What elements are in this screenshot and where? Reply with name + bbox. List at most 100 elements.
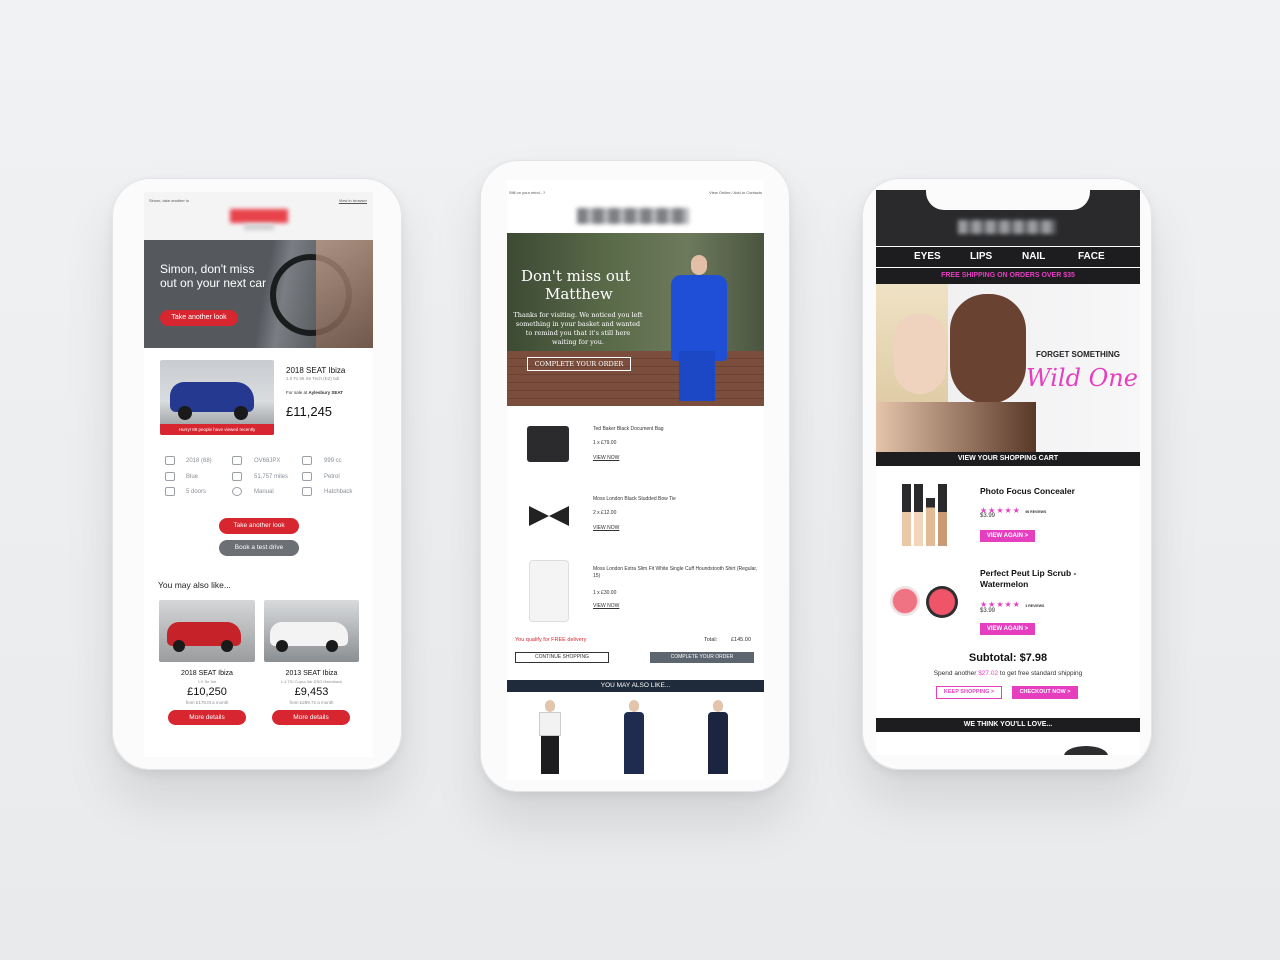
subtotal: Subtotal: $7.98 <box>968 652 1048 664</box>
preheader-text: Still on your mind...? <box>509 190 546 195</box>
spec-colour: Blue <box>186 474 199 480</box>
view-cart-bar[interactable]: VIEW YOUR SHOPPING CART <box>876 452 1140 466</box>
item-view-now-link[interactable]: VIEW NOW <box>593 455 619 461</box>
rec-1-price: £10,250 <box>187 686 227 698</box>
brand-logo <box>230 209 288 223</box>
rec-model-2 <box>623 700 645 774</box>
free-shipping-notice: Spend another $27.02 to get free standar… <box>933 670 1083 677</box>
model-2-face <box>950 294 1026 404</box>
shirt-image <box>529 560 569 622</box>
car-card: Hurry! 89 people have viewed recently 20… <box>144 348 373 448</box>
cta-area: Take another look Book a test drive <box>144 518 373 568</box>
also-like-bar: YOU MAY ALSO LIKE... <box>507 680 764 692</box>
phone-fashion-email: Still on your mind...? View Online / Add… <box>480 160 790 792</box>
hurry-banner: Hurry! 89 people have viewed recently <box>160 424 274 435</box>
spec-engine: 999 cc <box>324 458 342 464</box>
model-head <box>691 255 707 275</box>
engine-icon <box>302 456 312 465</box>
hero-heading-line1: Don't miss out <box>521 267 631 285</box>
colour-icon <box>165 472 175 481</box>
item-qty-price: 2 x £12.00 <box>593 510 617 516</box>
spec-mileage: 51,757 miles <box>254 474 289 480</box>
nav-lips[interactable]: LIPS <box>970 251 992 262</box>
view-online-link[interactable]: View Online / Add to Contacts <box>709 190 762 195</box>
checkout-now-button[interactable]: CHECKOUT NOW > <box>1012 686 1078 699</box>
model-legs <box>679 351 715 401</box>
model-suit <box>671 275 727 361</box>
lip-scrub-image <box>890 586 962 620</box>
rec-model-3 <box>707 700 729 774</box>
phone-notch <box>926 190 1090 210</box>
rec-car-photo-white <box>264 600 359 662</box>
rec-2-price: £9,453 <box>294 686 329 698</box>
complete-order-button[interactable]: COMPLETE YOUR ORDER <box>650 652 754 663</box>
continue-shopping-button[interactable]: CONTINUE SHOPPING <box>515 652 609 663</box>
calendar-icon <box>165 456 175 465</box>
recommendations-bar: WE THINK YOU'LL LOVE... <box>876 718 1140 732</box>
basket-item: Moss London Black Studded Bow Tie 2 x £1… <box>507 490 764 550</box>
model-shoulders <box>876 402 1036 452</box>
rec-product-peek <box>1064 746 1108 755</box>
recommendations: You may also like... 2018 SEAT Ibiza 1.0… <box>144 568 373 757</box>
total-label: Total: <box>704 637 718 643</box>
keep-shopping-button[interactable]: KEEP SHOPPING > <box>936 686 1002 699</box>
hero-banner: FORGET SOMETHING Wild One? <box>876 284 1140 452</box>
nav-nail[interactable]: NAIL <box>1022 251 1045 262</box>
phone-screen: Still on your mind...? View Online / Add… <box>507 180 764 780</box>
document-bag-image <box>527 426 569 462</box>
rec-2-variant: 1.4 TSI Cupra 3dr DSG Hatchback <box>280 679 343 684</box>
brand-logo-sub <box>244 224 274 230</box>
rec-1-monthly: from £178.0t a month <box>185 700 229 705</box>
hero-body: Thanks for visiting. We noticed you left… <box>513 311 643 346</box>
shipping-banner: FREE SHIPPING ON ORDERS OVER $35 <box>876 268 1140 284</box>
concealer-image <box>902 484 952 546</box>
item-name: Moss London Black Studded Bow Tie <box>593 496 676 502</box>
brand-logo <box>958 220 1056 234</box>
body-type-icon <box>302 487 312 496</box>
nav-eyes[interactable]: EYES <box>914 251 941 262</box>
spec-body: Hatchback <box>324 489 353 495</box>
rec-1-name: 2018 SEAT Ibiza <box>181 670 233 677</box>
total-value: £145.00 <box>731 637 751 643</box>
phone-car-email: Simon, take another lo View in browser S… <box>112 178 402 770</box>
rec-model-1 <box>537 700 563 774</box>
view-in-browser-link[interactable]: View in browser <box>339 198 367 203</box>
odometer-icon <box>232 472 242 481</box>
item-view-now-link[interactable]: VIEW NOW <box>593 603 619 609</box>
take-another-look-button[interactable]: Take another look <box>219 518 299 534</box>
rec-car-photo-red <box>159 600 255 662</box>
hero-script: Wild One? <box>1026 364 1140 392</box>
rec-2-more-details-button[interactable]: More details <box>272 710 350 725</box>
hero-take-another-look-button[interactable]: Take another look <box>160 310 238 326</box>
rec-1-variant: 1.0 Se 5dr <box>197 679 217 684</box>
car-photo: Hurry! 89 people have viewed recently <box>160 360 274 435</box>
hero-complete-order-button[interactable]: COMPLETE YOUR ORDER <box>527 357 631 371</box>
door-icon <box>165 487 175 496</box>
also-like-heading: You may also like... <box>158 580 231 590</box>
hero-heading: Simon, don't miss out on your next car <box>160 262 267 290</box>
item-name: Ted Baker Black Document Bag <box>593 426 664 432</box>
rec-2-name: 2013 SEAT Ibiza <box>285 670 338 677</box>
spec-doors: 5 doors <box>186 489 207 495</box>
product-1-view-again-button[interactable]: VIEW AGAIN > <box>980 530 1035 542</box>
hand-image <box>316 240 373 348</box>
spec-grid: 2018 (68) OV68JPX 999 cc Blue 51,757 mil… <box>144 448 373 518</box>
nav-face[interactable]: FACE <box>1078 251 1105 262</box>
hero-heading-line2: Matthew <box>545 285 613 303</box>
brand-logo <box>577 208 689 224</box>
rec-1-more-details-button[interactable]: More details <box>168 710 246 725</box>
nav-bar: EYES LIPS NAIL FACE <box>876 246 1140 268</box>
for-sale-label: For sale at Aylesbury SEAT <box>286 390 344 395</box>
product-2-view-again-button[interactable]: VIEW AGAIN > <box>980 623 1035 635</box>
basket-item: Moss London Extra Slim Fit White Single … <box>507 560 764 630</box>
product-1-price: $3.99 <box>980 513 996 519</box>
car-price: £11,245 <box>286 404 333 419</box>
product-1-name: Photo Focus Concealer <box>980 486 1075 496</box>
fuel-icon <box>302 472 312 481</box>
item-view-now-link[interactable]: VIEW NOW <box>593 525 619 531</box>
free-delivery-text: You qualify for FREE delivery <box>515 637 587 643</box>
spec-fuel: Petrol <box>324 474 340 480</box>
rec-2-monthly: from £289.72 a month <box>289 700 334 705</box>
hero-banner: Don't miss out Matthew Thanks for visiti… <box>507 233 764 406</box>
book-test-drive-button[interactable]: Book a test drive <box>219 540 299 556</box>
